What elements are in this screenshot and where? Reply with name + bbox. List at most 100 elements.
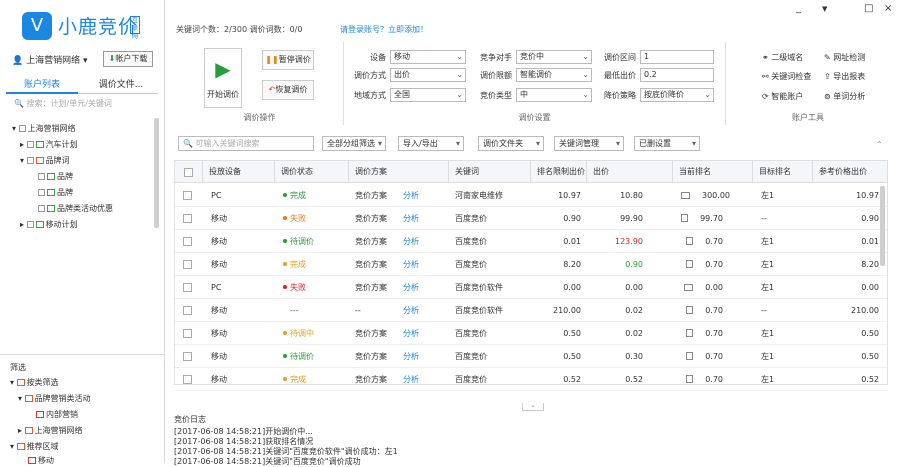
filter-node[interactable]: 移动 xyxy=(28,455,54,466)
tool-domain[interactable]: ⚭ 二级域名 xyxy=(762,52,803,63)
row-checkbox[interactable] xyxy=(183,352,192,361)
tool-word-analysis[interactable]: ⊚ 单词分析 xyxy=(824,91,865,102)
min-price-input[interactable]: 0.2 xyxy=(640,68,714,82)
row-checkbox[interactable] xyxy=(183,191,192,200)
checkbox[interactable] xyxy=(18,125,26,132)
tab-price-files[interactable]: 调价文件... xyxy=(86,78,156,94)
device-select[interactable]: 移动 ⌄ xyxy=(390,50,466,64)
cell-target-rank: 左1 xyxy=(761,237,775,246)
account-download-button[interactable]: ⬇帐户下载 xyxy=(103,51,153,67)
checkbox[interactable] xyxy=(184,168,193,177)
status-text: 待调中 xyxy=(290,329,314,338)
table-row[interactable]: PC 完成 竞价方案 分析 河南家电维修 10.97 10.80 300.00 左1 10.97 xyxy=(175,184,887,207)
filter-node[interactable]: ▾ 按类筛选 xyxy=(10,377,59,388)
table-row[interactable]: 移动 完成 竞价方案 分析 百度竞价 0.52 0.52 0.70 左1 0.52 xyxy=(175,368,887,391)
field-value: 0.2 xyxy=(644,70,657,79)
row-checkbox[interactable] xyxy=(183,375,192,384)
table-row[interactable]: 移动 --- -- 分析 百度竞价软件 210.00 0.02 0.70 -- 210.00 xyxy=(175,299,887,322)
row-checkbox[interactable] xyxy=(183,214,192,223)
cell-analysis[interactable]: 分析 xyxy=(403,299,443,322)
filter-node[interactable]: ▸ 上海营销网络 xyxy=(18,425,83,436)
row-checkbox[interactable] xyxy=(183,329,192,338)
type-select[interactable]: 中 ⌄ xyxy=(516,88,592,102)
start-button[interactable]: ▶ 开始调价 xyxy=(204,48,242,108)
tree-node[interactable]: ▸ 移动计划 xyxy=(20,219,78,230)
pause-button[interactable]: ❚❚暂停调价 xyxy=(262,50,314,70)
undo-button[interactable]: ↶恢复调价 xyxy=(262,80,314,100)
header-target-rank[interactable]: 目标排名 xyxy=(753,161,813,183)
table-row[interactable]: 移动 失败 竞价方案 分析 百度竞价 0.90 99.90 99.70 -- 0.90 xyxy=(175,207,887,230)
cell-analysis[interactable]: 分析 xyxy=(403,230,443,253)
minimize-button[interactable]: _ xyxy=(796,3,801,14)
filter-node[interactable]: 内部营销 xyxy=(36,409,78,420)
header-keyword[interactable]: 关键词 xyxy=(449,161,531,183)
filter-node[interactable]: ▾ 品牌营销类活动 xyxy=(18,393,91,404)
cell-analysis[interactable]: 分析 xyxy=(403,322,443,345)
sidebar-splitter[interactable] xyxy=(0,354,165,359)
header-limit-price[interactable]: 排名限制出价 xyxy=(531,161,587,183)
cell-analysis[interactable]: 分析 xyxy=(403,184,443,207)
folder-select[interactable]: 调价文件夹 ▾ xyxy=(478,136,544,151)
tree-node[interactable]: ▾ 品牌词 xyxy=(20,155,70,166)
row-checkbox[interactable] xyxy=(183,260,192,269)
cell-analysis[interactable]: 分析 xyxy=(403,207,443,230)
keyword-search-input[interactable]: 🔍 可输入关键词搜索 xyxy=(178,136,314,151)
row-checkbox[interactable] xyxy=(183,306,192,315)
cell-analysis[interactable]: 分析 xyxy=(403,253,443,276)
group-filter-select[interactable]: 全部分组筛选 ▾ xyxy=(322,136,386,151)
checkbox[interactable] xyxy=(26,141,34,148)
tree-node[interactable]: ▸ 汽车计划 xyxy=(20,139,78,150)
close-button[interactable]: × xyxy=(884,3,892,14)
region-select[interactable]: 全国 ⌄ xyxy=(390,88,466,102)
range-input[interactable]: 1 xyxy=(640,50,714,64)
tool-smart-account[interactable]: ⟳ 智能账户 xyxy=(762,91,803,102)
competitor-select[interactable]: 竞价中 ⌄ xyxy=(516,50,592,64)
header-checkbox[interactable] xyxy=(175,161,203,183)
method-select[interactable]: 出价 ⌄ xyxy=(390,68,466,82)
account-selector[interactable]: 👤 上海营销网络 ▾ xyxy=(12,53,88,66)
tree-node[interactable]: ▾ 上海营销网络 xyxy=(12,123,76,134)
menu-dropdown-button[interactable]: ▼ xyxy=(822,5,827,13)
header-status[interactable]: 调价状态 xyxy=(275,161,349,183)
table-scrollbar[interactable] xyxy=(880,186,885,266)
login-link[interactable]: 请登录账号？立即添加！ xyxy=(340,24,428,35)
table-row[interactable]: PC 失败 竞价方案 分析 百度竞价软件 0.00 0.00 0.00 左1 0.00 xyxy=(175,276,887,299)
tab-account-list[interactable]: 账户列表 xyxy=(6,78,78,94)
cell-analysis[interactable]: 分析 xyxy=(403,276,443,299)
table-row[interactable]: 移动 待调价 竞价方案 分析 百度竞价 0.01 123.90 0.70 左1 0.01 xyxy=(175,230,887,253)
sidebar-scrollbar[interactable] xyxy=(154,118,159,228)
header-plan[interactable]: 调价方案 xyxy=(349,161,449,183)
tree-node[interactable]: 品牌 xyxy=(38,171,73,182)
table-row[interactable]: 移动 待调中 竞价方案 分析 百度竞价 0.50 0.02 0.70 左1 0.50 xyxy=(175,322,887,345)
collapse-icon[interactable]: ⌃ xyxy=(876,140,883,149)
cell-analysis[interactable]: 分析 xyxy=(403,368,443,391)
table-row[interactable]: 移动 完成 竞价方案 分析 百度竞价 8.20 0.90 0.70 左1 8.20 xyxy=(175,253,887,276)
tool-url-check[interactable]: ✎ 网址检测 xyxy=(824,52,865,63)
checkbox[interactable] xyxy=(38,189,45,196)
table-row[interactable]: 移动 待调价 竞价方案 分析 百度竞价 0.50 0.30 0.70 左1 0.50 xyxy=(175,345,887,368)
cell-analysis[interactable]: 分析 xyxy=(403,345,443,368)
limit-select[interactable]: 智能调价 ⌄ xyxy=(516,68,592,82)
restore-button[interactable]: □ xyxy=(864,3,873,14)
header-device[interactable]: 投放设备 xyxy=(203,161,275,183)
strategy-select[interactable]: 按底价降价 ⌄ xyxy=(640,88,714,102)
checkbox[interactable] xyxy=(26,157,34,164)
import-export-select[interactable]: 导入/导出 ▾ xyxy=(398,136,464,151)
sidebar-search-input[interactable]: 🔍 搜索：计划/单元/关键词 xyxy=(14,98,154,112)
header-price[interactable]: 出价 xyxy=(587,161,673,183)
checkbox[interactable] xyxy=(38,173,45,180)
keyword-manage-select[interactable]: 关键词管理 ▾ xyxy=(554,136,624,151)
checkbox[interactable] xyxy=(26,221,34,228)
row-checkbox[interactable] xyxy=(183,283,192,292)
tool-export[interactable]: ⇪ 导出报表 xyxy=(824,71,865,82)
checkbox[interactable] xyxy=(38,205,45,212)
tree-node[interactable]: 品牌类活动优惠 xyxy=(38,203,113,214)
filter-node[interactable]: ▾ 推荐区域 xyxy=(10,441,59,452)
tool-keyword-check[interactable]: ⚯ 关键词检查 xyxy=(762,71,811,82)
deleted-settings-select[interactable]: 已删设置 ▾ xyxy=(634,136,700,151)
tree-node[interactable]: 品牌 xyxy=(38,187,73,198)
row-checkbox[interactable] xyxy=(183,237,192,246)
header-current-rank[interactable]: 当前排名 xyxy=(673,161,753,183)
panel-collapse-button[interactable]: ⌄ xyxy=(522,403,544,411)
header-ref-price[interactable]: 参考价格出价 xyxy=(813,161,887,183)
